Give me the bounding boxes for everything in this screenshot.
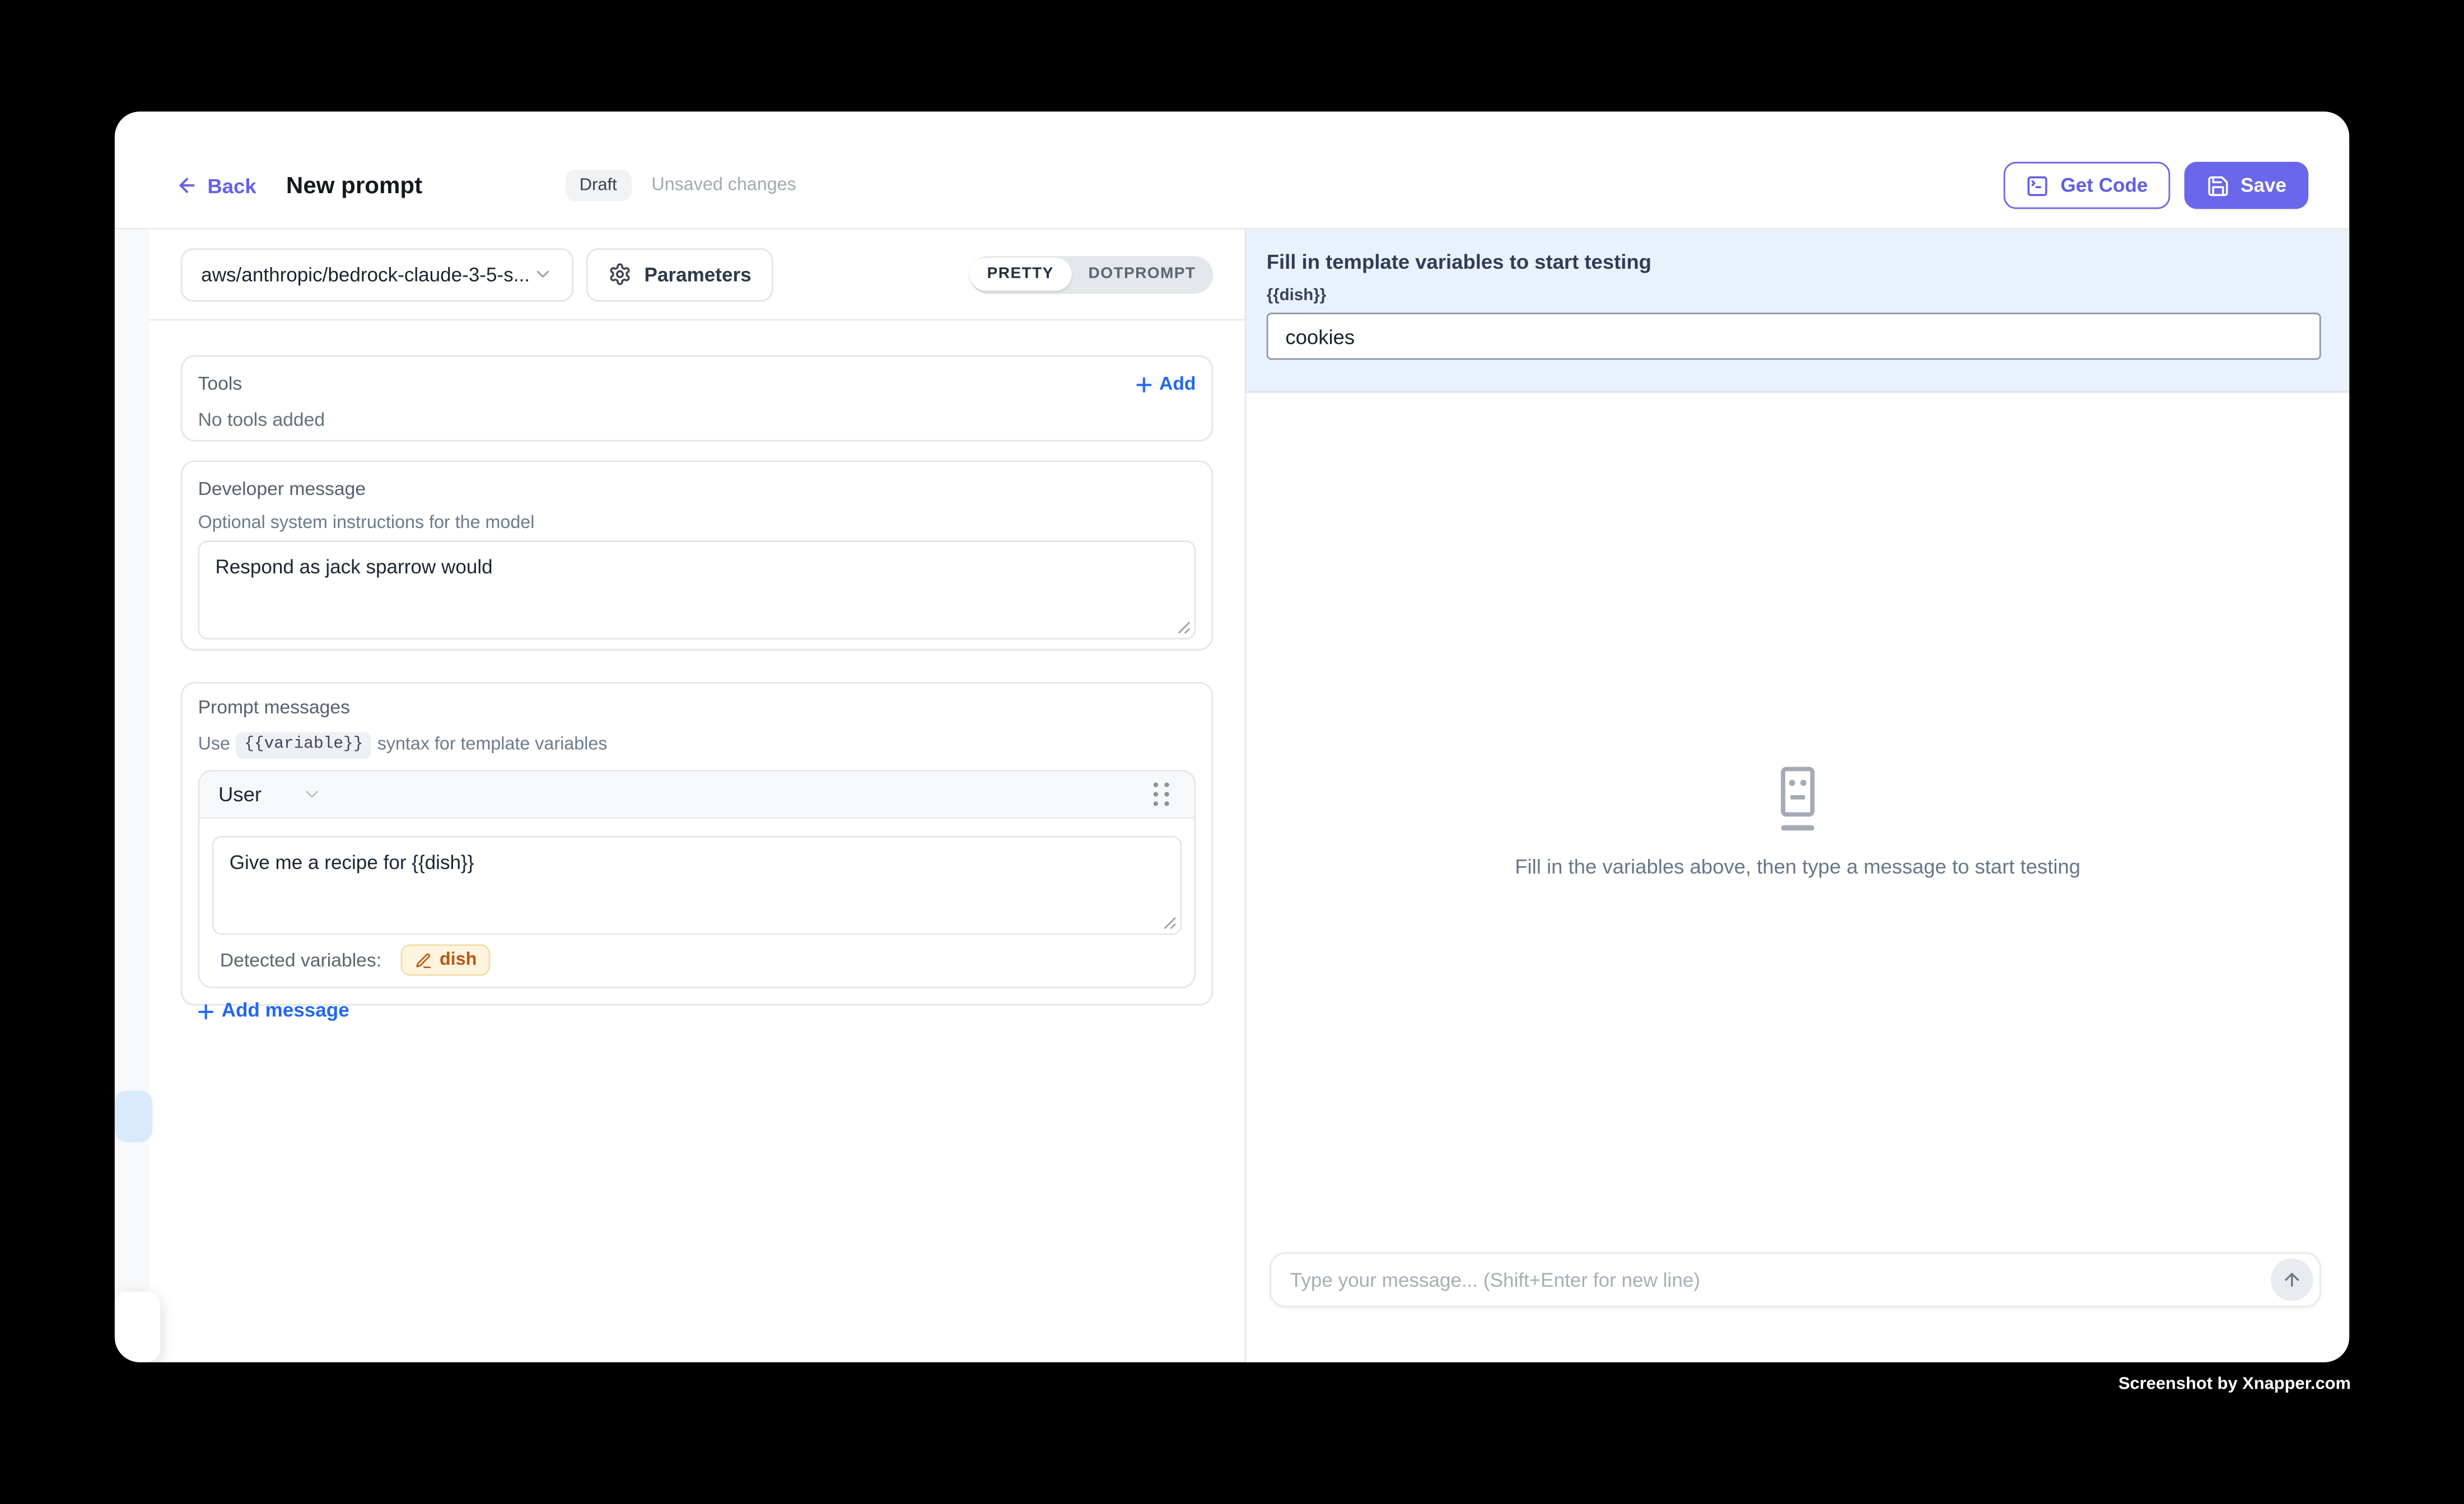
subtitle-suffix: syntax for template variables (377, 735, 608, 755)
app-window: Back New prompt Draft Unsaved changes Ge… (115, 111, 2349, 1362)
save-icon (2206, 174, 2229, 197)
model-select-value: aws/anthropic/bedrock-claude-3-5-s... (201, 263, 533, 285)
terminal-icon (2026, 174, 2050, 197)
empty-state-text: Fill in the variables above, then type a… (1515, 855, 2080, 879)
chat-message-input[interactable] (1290, 1269, 2271, 1291)
toggle-option-pretty[interactable]: PRETTY (970, 258, 1071, 291)
detected-variables-label: Detected variables: (220, 949, 381, 971)
editor-toolbar: aws/anthropic/bedrock-claude-3-5-s... Pa… (150, 230, 1245, 321)
send-button[interactable] (2271, 1259, 2313, 1301)
developer-message-subtitle: Optional system instructions for the mod… (198, 514, 1196, 534)
message-block: User Give me a recipe for {{dish}} (198, 770, 1196, 988)
message-header: User (199, 772, 1194, 819)
detected-variables-row: Detected variables: dish (212, 935, 1182, 987)
developer-message-textarea[interactable]: Respond as jack sparrow would (198, 540, 1196, 639)
arrow-left-icon (176, 174, 198, 196)
role-select-value: User (218, 782, 262, 806)
pencil-icon (414, 951, 432, 969)
message-textarea[interactable]: Give me a recipe for {{dish}} (212, 836, 1182, 935)
status-badge: Draft (566, 170, 631, 201)
toggle-option-dotprompt[interactable]: DOTPROMPT (1071, 258, 1214, 291)
model-select[interactable]: aws/anthropic/bedrock-claude-3-5-s... (181, 247, 574, 301)
editor-pane: aws/anthropic/bedrock-claude-3-5-s... Pa… (150, 230, 1245, 1362)
stage: Back New prompt Draft Unsaved changes Ge… (0, 0, 2464, 1503)
sidebar-active-item[interactable] (115, 1090, 152, 1142)
add-tool-label: Add (1159, 374, 1196, 394)
back-label: Back (207, 174, 256, 197)
parameters-button[interactable]: Parameters (586, 247, 773, 301)
sidebar-corner-card (115, 1292, 160, 1362)
developer-message-title: Developer message (198, 479, 1196, 499)
collapsed-sidebar (115, 230, 150, 1362)
get-code-button[interactable]: Get Code (2004, 162, 2169, 209)
tools-card: Tools Add No tools added (181, 355, 1214, 441)
chat-empty-state: Fill in the variables above, then type a… (1246, 393, 2349, 1253)
plus-icon (1136, 376, 1151, 392)
tools-empty-text: No tools added (198, 409, 1196, 431)
subtitle-prefix: Use (198, 735, 230, 755)
variables-section-title: Fill in template variables to start test… (1267, 250, 2321, 273)
variables-section: Fill in template variables to start test… (1246, 230, 2349, 393)
chevron-down-icon (533, 264, 553, 284)
gear-icon (608, 263, 632, 286)
tools-title: Tools (198, 374, 242, 394)
chat-input-bar (1270, 1252, 2321, 1307)
plus-icon (198, 1003, 214, 1019)
add-message-label: Add message (222, 1001, 349, 1021)
prompt-messages-card: Prompt messages Use {{variable}} syntax … (181, 682, 1214, 1006)
variable-value-input[interactable] (1267, 312, 2321, 359)
get-code-label: Get Code (2060, 174, 2148, 196)
editor-cards: Tools Add No tools added (150, 320, 1245, 1005)
variable-syntax-chip: {{variable}} (236, 732, 371, 759)
variable-name-label: {{dish}} (1267, 286, 2321, 305)
save-label: Save (2241, 174, 2286, 196)
variable-chip-dish[interactable]: dish (400, 944, 491, 975)
view-toggle: PRETTY DOTPROMPT (970, 255, 1214, 293)
chevron-down-icon (302, 784, 323, 804)
page-title: New prompt (286, 172, 422, 199)
watermark-text: Screenshot by Xnapper.com (2118, 1375, 2351, 1394)
add-tool-button[interactable]: Add (1136, 374, 1196, 394)
parameters-label: Parameters (645, 263, 752, 285)
header: Back New prompt Draft Unsaved changes Ge… (115, 111, 2349, 228)
robot-face-icon (1780, 767, 1815, 831)
drag-handle-icon[interactable] (1147, 776, 1175, 812)
add-message-button[interactable]: Add message (198, 1001, 349, 1021)
test-pane: Fill in template variables to start test… (1246, 230, 2349, 1362)
variable-chip-label: dish (440, 951, 477, 970)
body: aws/anthropic/bedrock-claude-3-5-s... Pa… (115, 228, 2349, 1362)
back-button[interactable]: Back (176, 174, 256, 197)
developer-message-card: Developer message Optional system instru… (181, 460, 1214, 651)
message-body: Give me a recipe for {{dish}} Detected v… (199, 819, 1194, 987)
unsaved-changes-text: Unsaved changes (651, 176, 796, 195)
save-button[interactable]: Save (2184, 162, 2308, 209)
prompt-messages-title: Prompt messages (198, 698, 1196, 718)
role-select[interactable]: User (218, 782, 323, 806)
